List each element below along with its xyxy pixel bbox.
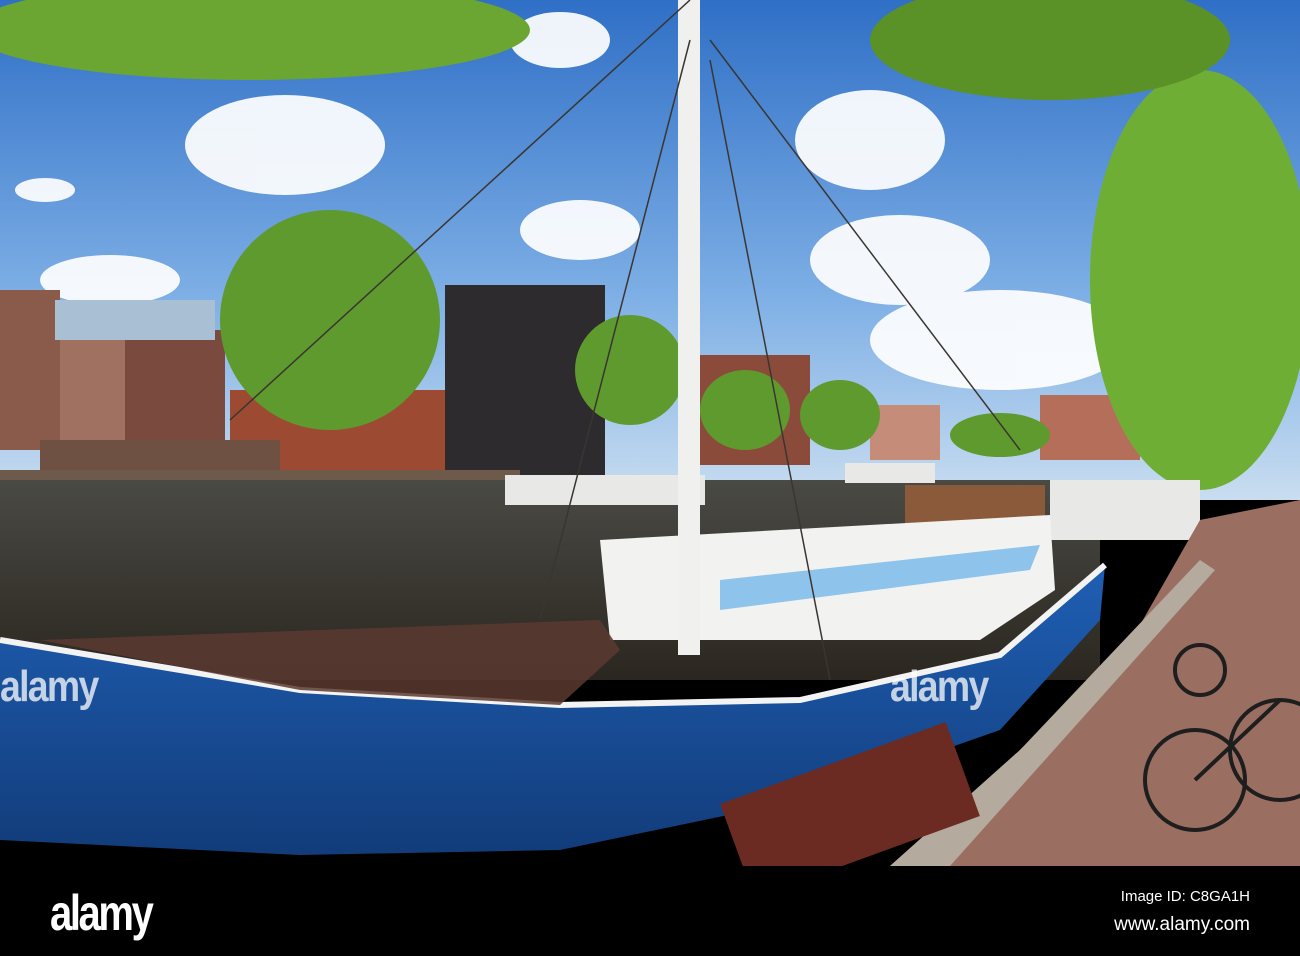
footer-bar: alamy Image ID: C8GA1H www.alamy.com — [0, 866, 1300, 956]
mast — [678, 0, 700, 655]
canal-houseboat-photo — [0, 0, 1300, 866]
site-url: www.alamy.com — [1114, 914, 1250, 935]
image-id: Image ID: C8GA1H — [1120, 888, 1250, 905]
stock-photo: alamy alamy alamy Image ID: C8GA1H www.a… — [0, 0, 1300, 956]
alamy-logo: alamy — [50, 885, 154, 941]
watermark-left: alamy — [0, 662, 99, 711]
watermark-right: alamy — [890, 662, 989, 711]
